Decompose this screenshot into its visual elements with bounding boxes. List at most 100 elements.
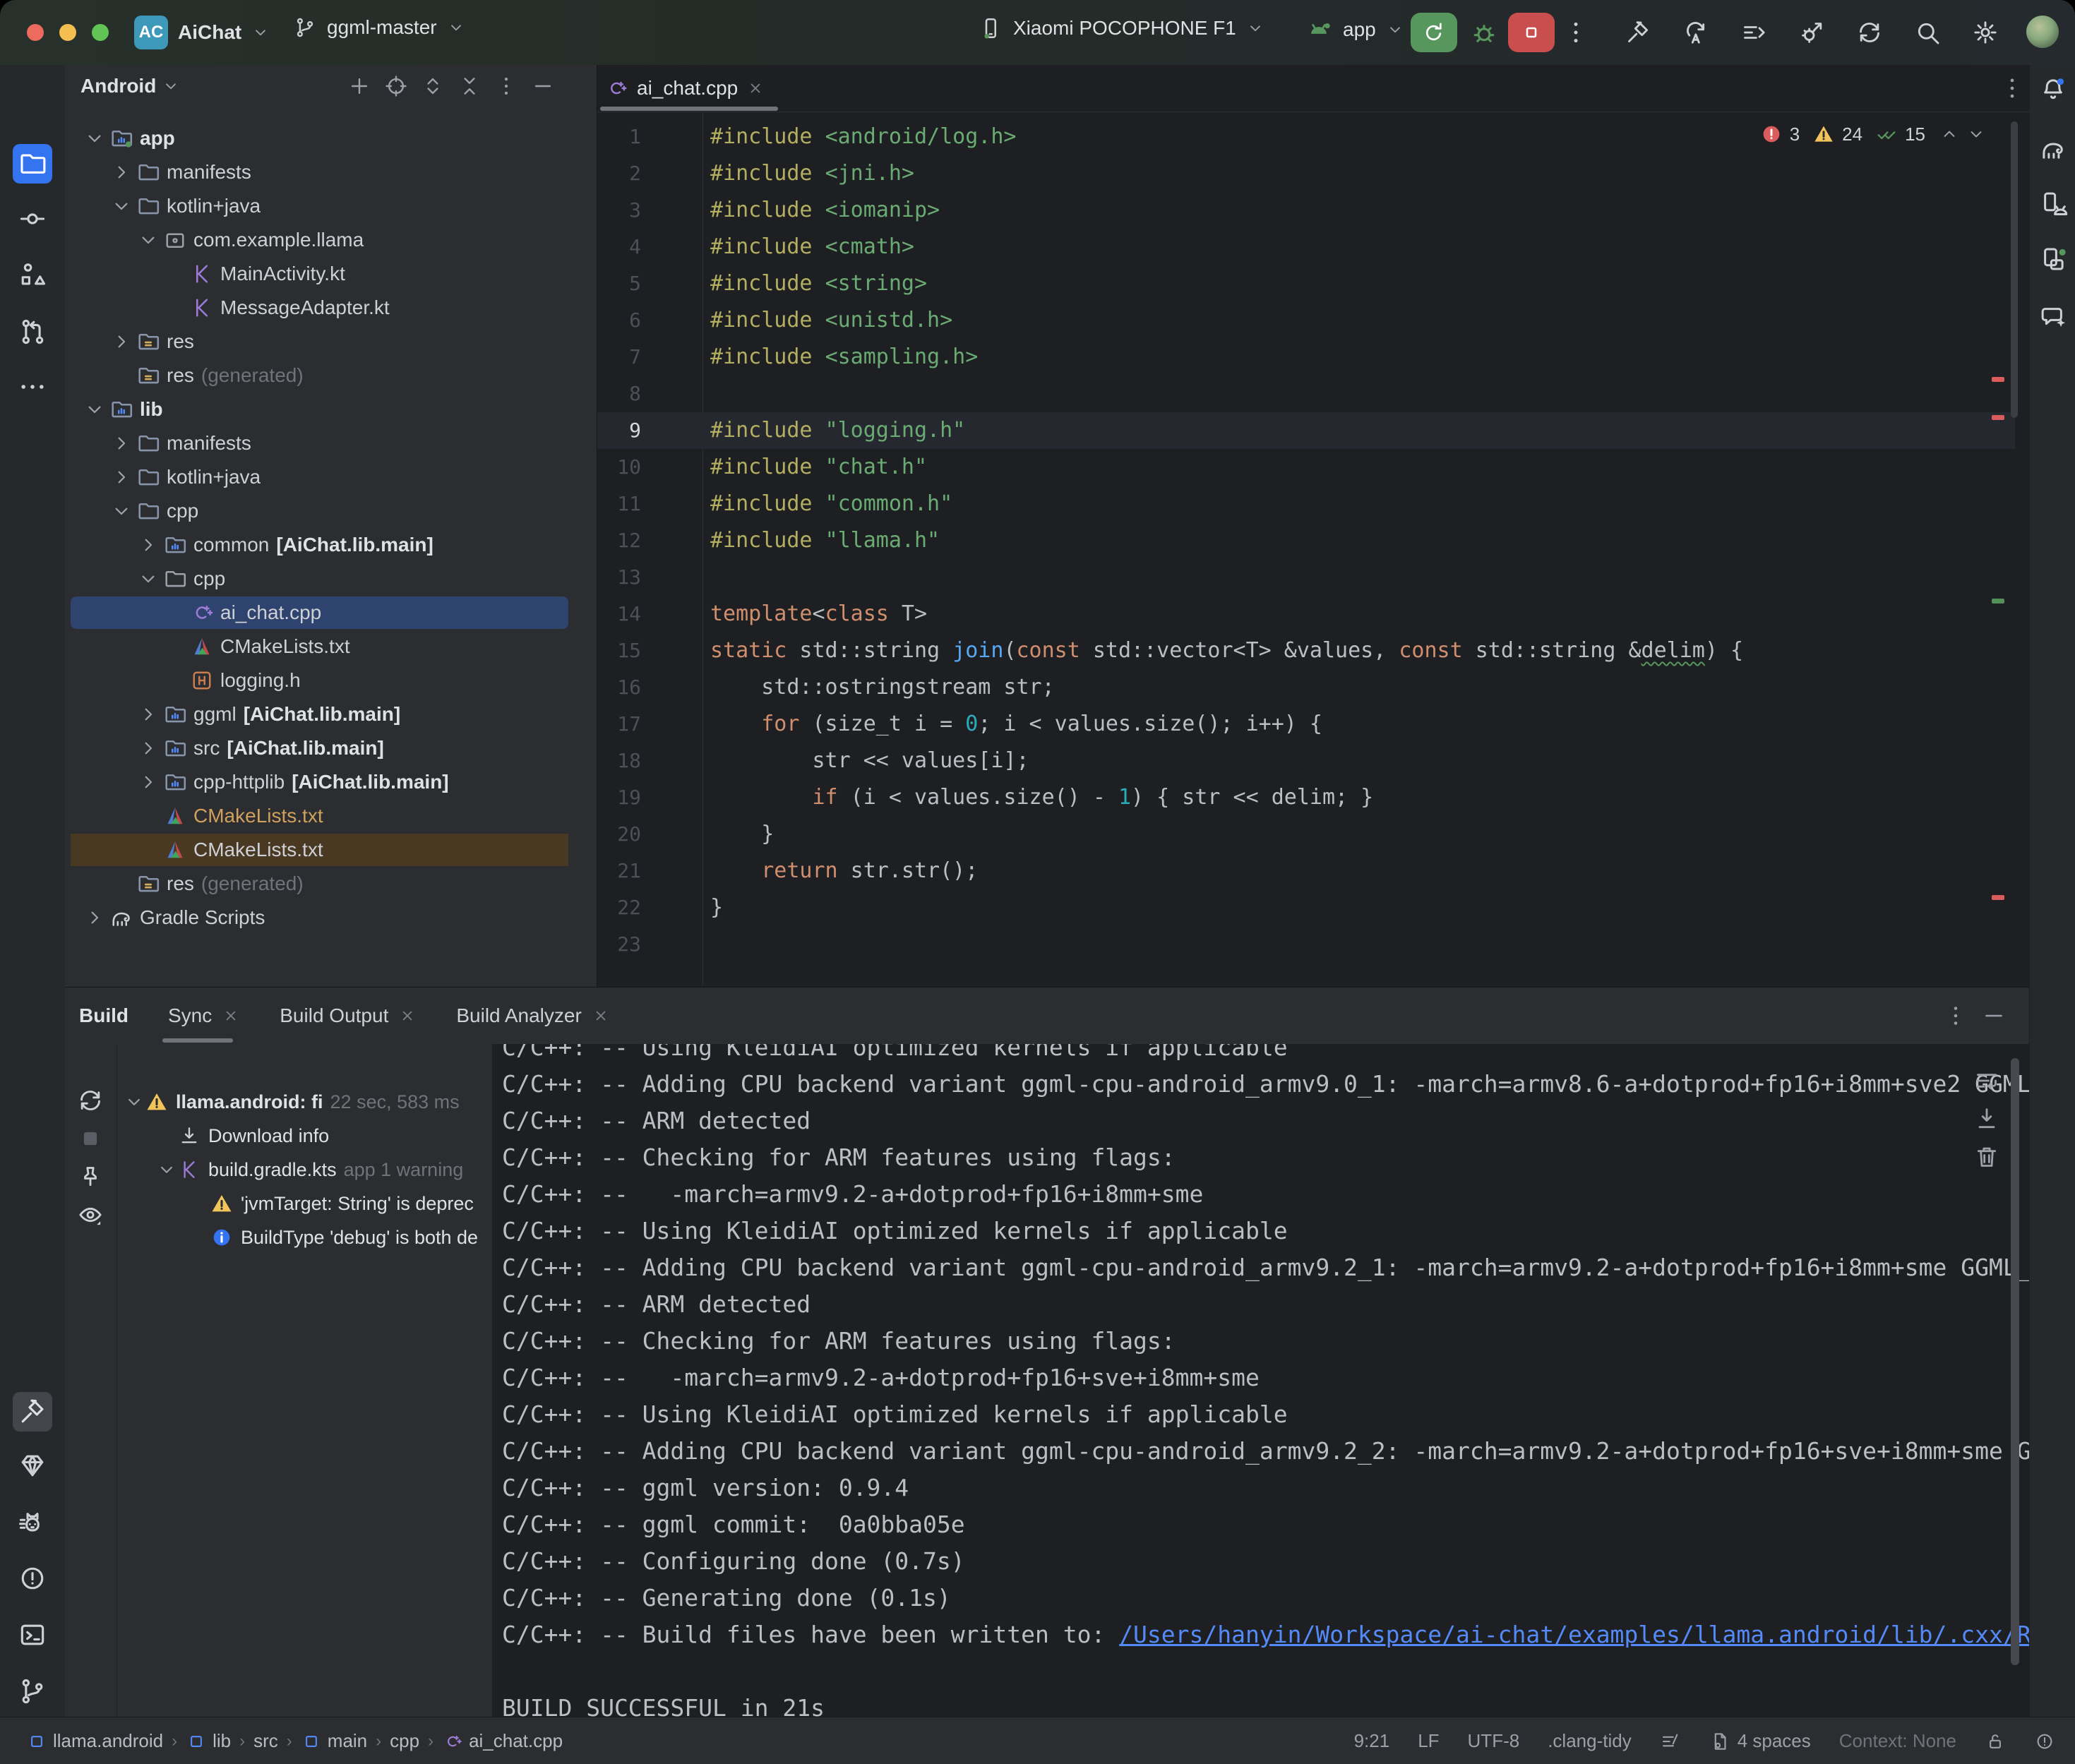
user-avatar[interactable] (2026, 16, 2059, 48)
build-tree-row[interactable]: 'jvmTarget: String' is deprec (116, 1187, 492, 1220)
tree-row-res[interactable]: res(generated) (65, 867, 597, 901)
tool-window-button-build-hammer[interactable] (13, 1392, 52, 1432)
target-icon[interactable] (384, 74, 408, 98)
build-tab-build-output[interactable]: Build Output (280, 988, 417, 1044)
settings-button[interactable] (1971, 18, 1999, 50)
tree-row-res[interactable]: res(generated) (65, 359, 597, 392)
breadcrumb-item-ai-chat-cpp[interactable]: ai_chat.cpp (442, 1730, 563, 1752)
build-tab-build-analyzer[interactable]: Build Analyzer (456, 988, 609, 1044)
eye-icon[interactable] (76, 1201, 104, 1229)
code-line-21[interactable]: 21 return str.str(); (597, 853, 2015, 889)
tree-row-kotlin-java[interactable]: kotlin+java (65, 460, 597, 494)
close-window-button[interactable] (27, 24, 44, 41)
build-console-output[interactable]: C/C++: -- Using KleidiAI optimized kerne… (492, 1044, 2029, 1717)
project-view-selector[interactable]: Android (80, 75, 156, 97)
next-problem-chevron-down-icon[interactable] (1966, 124, 1986, 144)
analyzer-config[interactable]: .clang-tidy (1548, 1730, 1632, 1752)
chevron-right-icon[interactable] (137, 771, 160, 793)
trash-icon[interactable] (1973, 1143, 2001, 1171)
breadcrumb-item-llama-android[interactable]: llama.android (26, 1730, 163, 1752)
breadcrumb-item-lib[interactable]: lib (186, 1730, 231, 1752)
build-log-scrollbar[interactable] (2011, 1058, 2019, 1665)
close-icon[interactable] (746, 79, 765, 97)
apply-changes-button[interactable] (1682, 18, 1710, 50)
build-output-path-link[interactable]: /Users/hanyin/Workspace/ai-chat/examples… (1119, 1621, 2029, 1648)
prev-problem-chevron-up-icon[interactable] (1939, 124, 1959, 144)
chevron-right-icon[interactable] (137, 703, 160, 726)
editor-scrollbar[interactable] (2011, 121, 2018, 418)
tool-window-button-device-manager[interactable] (2038, 189, 2068, 219)
tool-window-button-commit[interactable] (17, 203, 48, 234)
stop-app-button[interactable] (1508, 13, 1555, 52)
collapse-all-icon[interactable] (458, 74, 482, 98)
close-icon[interactable] (222, 1007, 240, 1025)
tree-row-app[interactable]: app (65, 121, 597, 155)
file-encoding[interactable]: UTF-8 (1468, 1730, 1520, 1752)
code-line-2[interactable]: 2#include <jni.h> (597, 155, 2015, 192)
build-tree-row[interactable]: llama.android: fi22 sec, 583 ms (116, 1085, 492, 1119)
minimize-window-button[interactable] (59, 24, 76, 41)
build-options-kebab-icon[interactable] (1943, 1003, 1968, 1028)
chevron-right-icon[interactable] (110, 161, 133, 184)
tree-row-res[interactable]: res (65, 325, 597, 359)
tool-window-button-structure[interactable] (17, 260, 48, 291)
apply-code-changes-button[interactable] (1740, 18, 1768, 50)
scroll-end-icon[interactable] (1973, 1105, 2001, 1133)
tool-window-button-gradle-elephant[interactable] (2038, 134, 2068, 164)
tree-row-cpp[interactable]: cpp (65, 562, 597, 596)
close-icon[interactable] (398, 1007, 417, 1025)
error-circle-icon[interactable] (2034, 1731, 2055, 1752)
chevron-down-icon[interactable] (137, 229, 160, 251)
code-line-9[interactable]: 9#include "logging.h" (597, 412, 2015, 449)
sync-refresh-icon[interactable] (76, 1086, 104, 1115)
profiler-button[interactable] (1798, 18, 1826, 50)
code-line-22[interactable]: 22} (597, 889, 2015, 926)
code-line-4[interactable]: 4#include <cmath> (597, 229, 2015, 265)
tree-row-src[interactable]: src[AiChat.lib.main] (65, 731, 597, 765)
tree-row-ai-chat-cpp[interactable]: ai_chat.cpp (65, 596, 597, 630)
code-line-12[interactable]: 12#include "llama.h" (597, 522, 2015, 559)
breadcrumb-item-main[interactable]: main (301, 1730, 367, 1752)
tree-row-manifests[interactable]: manifests (65, 426, 597, 460)
code-line-15[interactable]: 15static std::string join(const std::vec… (597, 632, 2015, 669)
code-line-13[interactable]: 13 (597, 559, 2015, 596)
line-ending[interactable]: LF (1418, 1730, 1439, 1752)
tree-row-messageadapter-kt[interactable]: MessageAdapter.kt (65, 291, 597, 325)
tool-window-button-notifications-bell[interactable] (2038, 75, 2068, 104)
error-stripe[interactable] (1990, 113, 2007, 987)
plus-icon[interactable] (347, 74, 371, 98)
tree-row-com-example-llama[interactable]: com.example.llama (65, 223, 597, 257)
breadcrumb-item-cpp[interactable]: cpp (390, 1730, 419, 1752)
tree-row-lib[interactable]: lib (65, 392, 597, 426)
breadcrumb[interactable]: llama.android›lib›src›main›cpp›ai_chat.c… (26, 1730, 563, 1752)
chevron-down-icon[interactable] (110, 500, 133, 522)
chevron-down-icon[interactable] (162, 77, 180, 95)
soft-wrap-icon[interactable] (1973, 1067, 2001, 1095)
gradle-sync-button[interactable] (1855, 18, 1884, 50)
editor-tab-ai-chat-cpp[interactable]: ai_chat.cpp (604, 65, 765, 112)
kebab-icon[interactable] (494, 74, 518, 98)
code-line-19[interactable]: 19 if (i < values.size() - 1) { str << d… (597, 779, 2015, 816)
tool-window-button-running-devices[interactable] (2038, 244, 2068, 274)
caret-position[interactable]: 9:21 (1354, 1730, 1390, 1752)
code-line-7[interactable]: 7#include <sampling.h> (597, 339, 2015, 376)
chevron-right-icon[interactable] (110, 330, 133, 353)
inspections-widget-icon[interactable] (1660, 1731, 1681, 1752)
chevron-right-icon[interactable] (110, 432, 133, 455)
lock-open-icon[interactable] (1985, 1731, 2006, 1752)
code-line-16[interactable]: 16 std::ostringstream str; (597, 669, 2015, 706)
tool-window-button-app-insights-gem[interactable] (17, 1450, 48, 1481)
run-configuration-selector[interactable]: app (1305, 16, 1404, 44)
chevron-down-icon[interactable] (156, 1159, 177, 1180)
breadcrumb-item-src[interactable]: src (253, 1730, 278, 1752)
chevron-down-icon[interactable] (83, 127, 106, 150)
code-line-6[interactable]: 6#include <unistd.h> (597, 302, 2015, 339)
chevron-down-icon[interactable] (110, 195, 133, 217)
device-selector[interactable]: Xiaomi POCOPHONE F1 (978, 16, 1264, 41)
tool-window-button-problems[interactable] (17, 1563, 48, 1594)
tree-row-logging-h[interactable]: logging.h (65, 664, 597, 697)
tool-window-button-project-folder[interactable] (13, 144, 52, 184)
tool-window-button-git-branch[interactable] (17, 1676, 48, 1707)
close-icon[interactable] (592, 1007, 610, 1025)
code-line-23[interactable]: 23 (597, 926, 2015, 963)
